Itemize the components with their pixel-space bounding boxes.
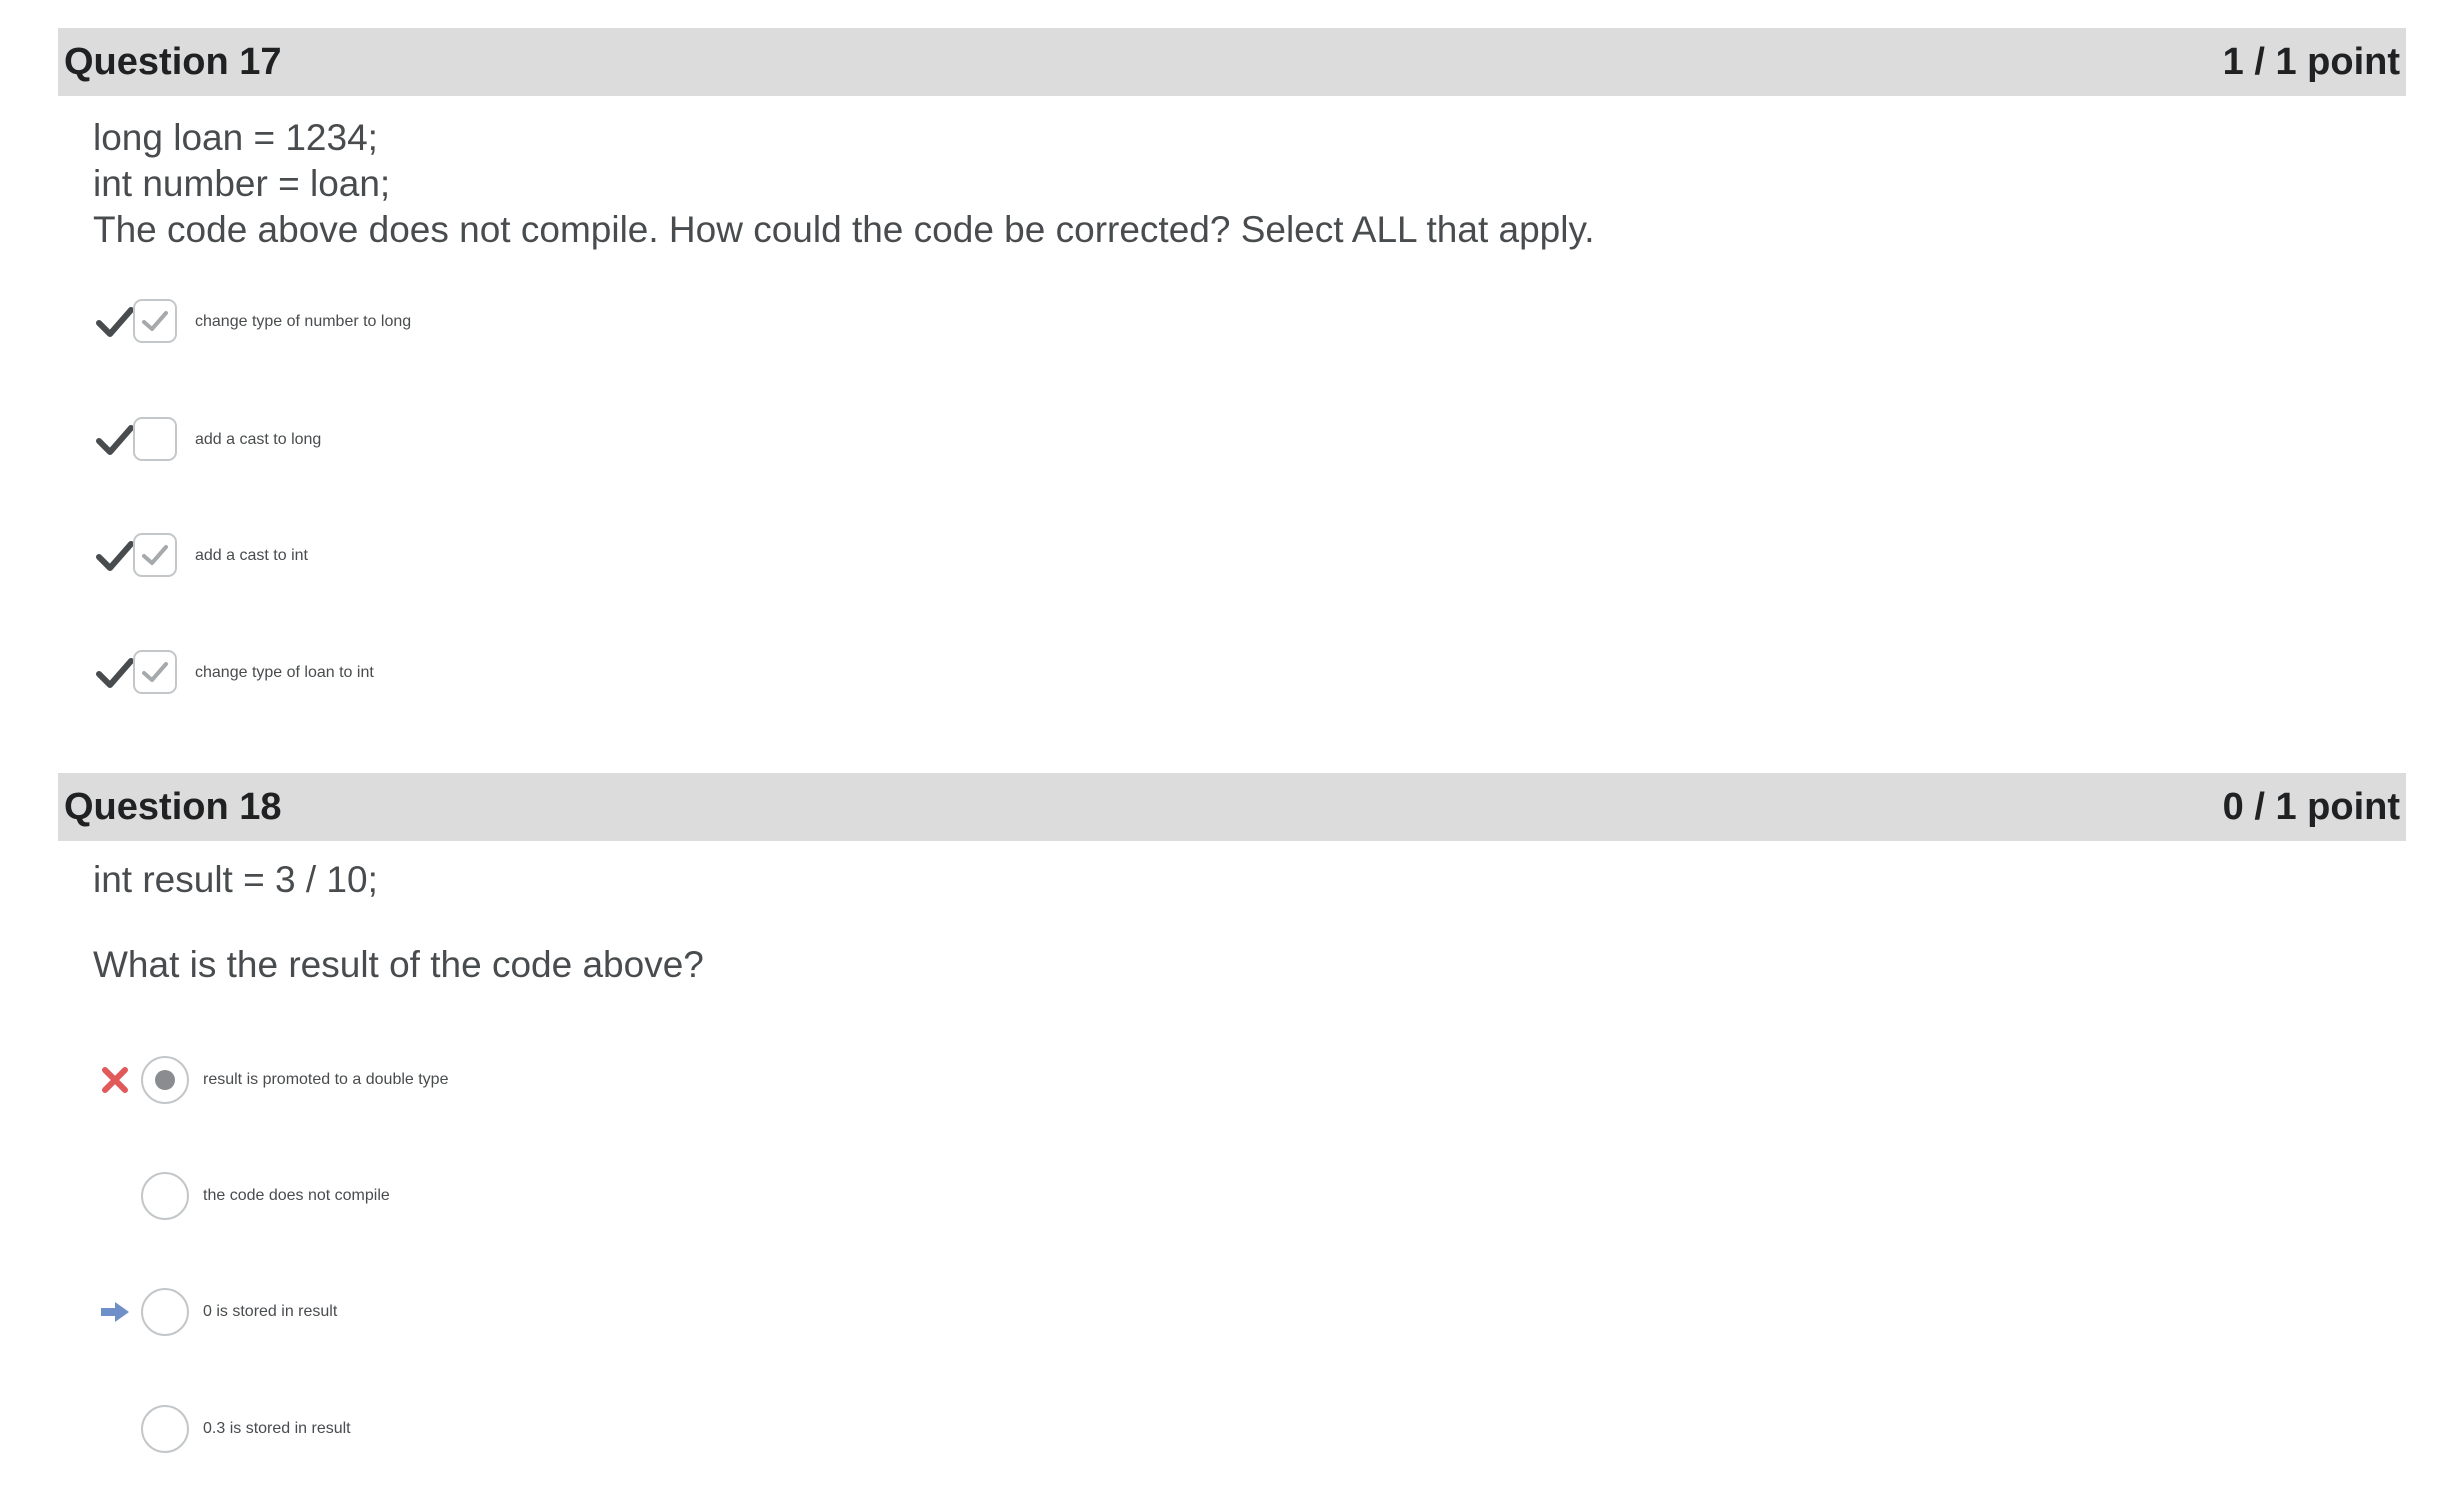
question-body: long loan = 1234; int number = loan; The… (58, 96, 2406, 250)
option-label: 0 is stored in result (203, 1303, 338, 1320)
option-checkbox[interactable] (133, 417, 177, 461)
prompt-line: int result = 3 / 10; (93, 859, 378, 900)
option-label: add a cast to long (195, 431, 322, 448)
option-row: change type of loan to int (93, 648, 1293, 698)
prompt-line: The code above does not compile. How cou… (93, 209, 1595, 250)
question-18: Question 18 0 / 1 point int result = 3 /… (58, 773, 2406, 1453)
question-17: Question 17 1 / 1 point long loan = 1234… (58, 28, 2406, 694)
option-checkbox[interactable] (133, 299, 177, 343)
check-icon (93, 648, 137, 698)
option-radio[interactable] (141, 1172, 189, 1220)
option-row: the code does not compile (93, 1171, 1293, 1221)
prompt-line: What is the result of the code above? (93, 944, 704, 985)
option-label: result is promoted to a double type (203, 1071, 449, 1088)
question-header: Question 17 1 / 1 point (58, 28, 2406, 96)
arrow-right-icon (93, 1287, 137, 1337)
option-row: 0.3 is stored in result (93, 1404, 1293, 1454)
option-row: change type of number to long (93, 297, 1293, 347)
check-icon (93, 531, 137, 581)
option-label: change type of loan to int (195, 664, 374, 681)
option-row: add a cast to int (93, 531, 1293, 581)
question-title: Question 18 (64, 785, 282, 828)
option-radio[interactable] (141, 1405, 189, 1453)
option-label: change type of number to long (195, 313, 412, 330)
check-icon (93, 297, 137, 347)
option-radio[interactable] (141, 1288, 189, 1336)
option-label: the code does not compile (203, 1187, 390, 1204)
option-row: result is promoted to a double type (93, 1055, 1293, 1105)
option-checkbox[interactable] (133, 533, 177, 577)
option-radio[interactable] (141, 1056, 189, 1104)
cross-icon (93, 1055, 137, 1105)
radio-selected-dot (155, 1070, 175, 1090)
option-label: add a cast to int (195, 547, 308, 564)
option-checkbox[interactable] (133, 650, 177, 694)
question-score: 1 / 1 point (2222, 40, 2400, 83)
question-title: Question 17 (64, 40, 282, 83)
check-icon (93, 415, 137, 465)
option-row: add a cast to long (93, 415, 1293, 465)
question-score: 0 / 1 point (2222, 785, 2400, 828)
prompt-line: long loan = 1234; (93, 117, 378, 158)
option-label: 0.3 is stored in result (203, 1420, 351, 1437)
prompt-line: int number = loan; (93, 163, 391, 204)
option-row: 0 is stored in result (93, 1287, 1293, 1337)
question-header: Question 18 0 / 1 point (58, 773, 2406, 841)
